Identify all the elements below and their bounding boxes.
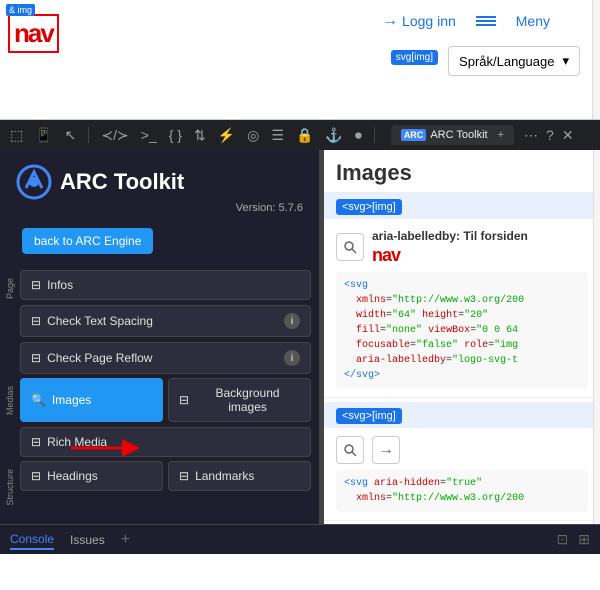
background-images-label: Background images bbox=[195, 386, 300, 414]
language-selector[interactable]: Språk/Language ▾ bbox=[448, 46, 580, 76]
search-svg bbox=[343, 240, 357, 254]
search-svg-2 bbox=[343, 443, 357, 457]
main-content: ARC Toolkit Version: 5.7.6 back to ARC E… bbox=[0, 150, 600, 524]
rich-media-icon: ⊟ bbox=[31, 435, 41, 449]
landmarks-label: Landmarks bbox=[195, 469, 254, 483]
page-reflow-icon: ⊟ bbox=[31, 351, 41, 365]
chevron-down-icon: ▾ bbox=[562, 53, 569, 69]
login-label: Logg inn bbox=[402, 13, 456, 29]
webpage-area: & img nav → Logg inn Meny svg[img] Språk… bbox=[0, 0, 600, 120]
check-page-reflow-button[interactable]: ⊟ Check Page Reflow i bbox=[20, 342, 311, 374]
svg-img-badge: svg[img] bbox=[391, 50, 438, 65]
console-bar: Console Issues + ⊡ ⊞ bbox=[0, 524, 600, 554]
app-icon[interactable]: ☰ bbox=[267, 127, 288, 144]
console-icon[interactable]: >_ bbox=[137, 127, 161, 143]
lighthouse-icon[interactable]: ⚓ bbox=[321, 127, 346, 144]
page-section-label: Page bbox=[5, 278, 15, 299]
console-right-controls: ⊡ ⊞ bbox=[557, 531, 590, 548]
structure-section-label: Structure bbox=[5, 469, 15, 506]
images-panel-title: Images bbox=[324, 150, 600, 193]
svg-badge-label-2: <svg>[img] bbox=[336, 408, 402, 424]
infos-label: Infos bbox=[47, 278, 73, 292]
inspect-icon[interactable]: ⬚ bbox=[6, 127, 27, 144]
search-icon-2[interactable] bbox=[336, 436, 364, 464]
login-button[interactable]: → Logg inn bbox=[382, 12, 456, 30]
elements-icon[interactable]: ≺/≻ bbox=[97, 127, 132, 144]
arc-panel: ARC Toolkit Version: 5.7.6 back to ARC E… bbox=[0, 150, 320, 524]
network-icon[interactable]: ⇅ bbox=[190, 127, 210, 144]
aria-label-prefix: aria-labelledby: Til forsiden bbox=[372, 229, 528, 243]
image-item-2-header: → bbox=[336, 436, 588, 464]
arc-version: Version: 5.7.6 bbox=[16, 202, 303, 214]
images-panel-scrollbar[interactable] bbox=[593, 150, 600, 524]
devtools-toolbar: ⬚ 📱 ↖ ≺/≻ >_ { } ⇅ ⚡ ◎ ☰ 🔒 ⚓ ⏺ ARC ARC T… bbox=[0, 120, 600, 150]
help-icon[interactable]: ? bbox=[546, 127, 554, 143]
check-text-spacing-label: Check Text Spacing bbox=[47, 314, 153, 328]
code-block-1: <svg xmlns="http://www.w3.org/200 width=… bbox=[336, 272, 588, 389]
issues-tab[interactable]: Issues bbox=[70, 531, 105, 549]
image-item-1-header: aria-labelledby: Til forsiden nav bbox=[336, 227, 588, 266]
arc-tab-badge: ARC bbox=[401, 129, 427, 141]
close-devtools-icon[interactable]: ✕ bbox=[562, 127, 574, 144]
performance-icon[interactable]: ⚡ bbox=[214, 127, 239, 144]
nav-logo-box: nav bbox=[8, 14, 59, 53]
rich-media-label: Rich Media bbox=[47, 435, 107, 449]
arc-toolkit-tab[interactable]: ARC ARC Toolkit + bbox=[391, 125, 514, 145]
aria-info-1: aria-labelledby: Til forsiden nav bbox=[372, 227, 528, 266]
images-icon: 🔍 bbox=[31, 393, 46, 407]
search-icon-1[interactable] bbox=[336, 233, 364, 261]
language-label: Språk/Language bbox=[459, 54, 554, 69]
nav-logo: nav bbox=[14, 18, 53, 48]
infos-icon: ⊟ bbox=[31, 278, 41, 292]
rich-media-button[interactable]: ⊟ Rich Media bbox=[20, 427, 311, 457]
console-tab[interactable]: Console bbox=[10, 530, 54, 550]
landmarks-button[interactable]: ⊟ Landmarks bbox=[168, 461, 311, 491]
dock-icon[interactable]: ⊡ bbox=[557, 531, 569, 548]
undock-icon[interactable]: ⊞ bbox=[578, 531, 590, 548]
check-text-spacing-button[interactable]: ⊟ Check Text Spacing i bbox=[20, 305, 311, 337]
background-images-button[interactable]: ⊟ Background images bbox=[168, 378, 311, 422]
webpage-scrollbar[interactable] bbox=[592, 0, 600, 119]
nav-logo-display: nav bbox=[372, 245, 528, 266]
arc-tab-label: ARC Toolkit bbox=[430, 129, 487, 141]
security-icon[interactable]: 🔒 bbox=[292, 127, 317, 144]
headings-label: Headings bbox=[47, 469, 98, 483]
page-reflow-info-icon[interactable]: i bbox=[284, 350, 300, 366]
medias-section-label: Medias bbox=[5, 386, 15, 415]
infos-button[interactable]: ⊟ Infos bbox=[20, 270, 311, 300]
menu-label: Meny bbox=[516, 13, 550, 29]
arc-logo: ARC Toolkit bbox=[16, 164, 303, 200]
cursor-icon[interactable]: ↖ bbox=[61, 127, 81, 144]
headings-button[interactable]: ⊟ Headings bbox=[20, 461, 163, 491]
lock-icon: → bbox=[372, 436, 400, 464]
recorder-icon[interactable]: ⏺ bbox=[351, 127, 366, 144]
check-page-reflow-label: Check Page Reflow bbox=[47, 351, 152, 365]
add-tab-button[interactable]: + bbox=[121, 531, 130, 549]
svg-badge-label-1: <svg>[img] bbox=[336, 199, 402, 215]
bg-images-icon: ⊟ bbox=[179, 393, 189, 407]
arc-panel-title: ARC Toolkit bbox=[60, 169, 184, 195]
arc-logo-icon bbox=[16, 164, 52, 200]
image-item-2: → <svg aria-hidden="true" xmlns="http://… bbox=[324, 428, 600, 521]
device-icon[interactable]: 📱 bbox=[31, 127, 56, 144]
arc-tab-add[interactable]: + bbox=[498, 129, 504, 141]
img-badge: & img bbox=[6, 4, 35, 16]
image-item-1: aria-labelledby: Til forsiden nav <svg x… bbox=[324, 219, 600, 398]
more-options-icon[interactable]: ⋯ bbox=[524, 127, 538, 144]
back-to-arc-engine-button[interactable]: back to ARC Engine bbox=[22, 228, 153, 254]
landmarks-icon: ⊟ bbox=[179, 469, 189, 483]
login-icon: → bbox=[382, 12, 398, 30]
images-button[interactable]: 🔍 Images bbox=[20, 378, 163, 422]
text-spacing-info-icon[interactable]: i bbox=[284, 313, 300, 329]
images-label: Images bbox=[52, 393, 91, 407]
code-block-2: <svg aria-hidden="true" xmlns="http://ww… bbox=[336, 470, 588, 512]
menu-button[interactable] bbox=[476, 16, 496, 26]
sources-icon[interactable]: { } bbox=[165, 127, 186, 143]
memory-icon[interactable]: ◎ bbox=[243, 127, 263, 144]
images-panel: Images <svg>[img] aria-labelledby: Til f… bbox=[324, 150, 600, 524]
arc-header: ARC Toolkit Version: 5.7.6 bbox=[0, 150, 319, 222]
text-spacing-icon: ⊟ bbox=[31, 314, 41, 328]
headings-icon: ⊟ bbox=[31, 469, 41, 483]
